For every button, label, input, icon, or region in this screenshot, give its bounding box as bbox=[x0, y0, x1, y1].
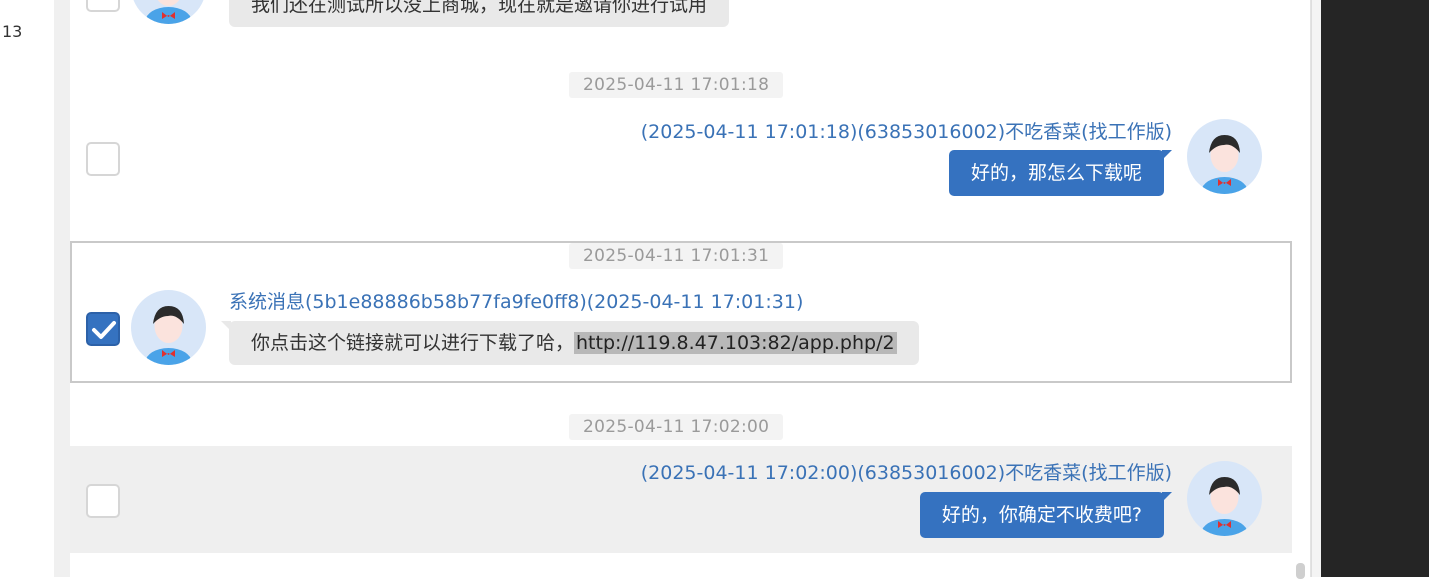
message-bubble: 好的，那怎么下载呢 bbox=[948, 150, 1173, 196]
message-timestamp: 2025-04-11 17:02:00 bbox=[569, 414, 784, 440]
message-text: 你点击这个链接就可以进行下载了哈， bbox=[251, 332, 575, 354]
line-number: 13 bbox=[2, 22, 23, 41]
message-bubble: 好的，你确定不收费吧? bbox=[919, 492, 1173, 538]
message-text: 好的，你确定不收费吧? bbox=[941, 504, 1142, 526]
sender-label: 系统消息(5b1e88886b58b77fa9fe0ff8)(2025-04-1… bbox=[229, 291, 804, 313]
message-bubble: 我们还在测试所以没上商城，现在就是邀请你进行试用 bbox=[229, 0, 730, 27]
message-select-checkbox[interactable] bbox=[86, 0, 120, 12]
message-bubble: 你点击这个链接就可以进行下载了哈， http://119.8.47.103:82/… bbox=[221, 321, 919, 365]
message-text: 我们还在测试所以没上商城，现在就是邀请你进行试用 bbox=[251, 0, 708, 16]
message-text: 好的，那怎么下载呢 bbox=[970, 162, 1142, 184]
message-select-checkbox[interactable] bbox=[86, 484, 120, 518]
dark-side-area bbox=[1321, 0, 1429, 577]
line-gutter: 13 bbox=[0, 0, 54, 577]
avatar-icon bbox=[131, 0, 206, 24]
avatar-icon bbox=[1187, 119, 1262, 194]
avatar-icon bbox=[131, 290, 206, 365]
message-timestamp: 2025-04-11 17:01:31 bbox=[569, 243, 784, 269]
checkmark-icon bbox=[92, 321, 116, 339]
message-select-checkbox[interactable] bbox=[86, 312, 120, 346]
avatar-icon bbox=[1187, 461, 1262, 536]
gutter-separator bbox=[54, 0, 70, 577]
sender-label: (2025-04-11 17:01:18)(63853016002)不吃香菜(找… bbox=[640, 121, 1172, 143]
message-timestamp: 2025-04-11 17:01:18 bbox=[569, 72, 784, 98]
download-link[interactable]: http://119.8.47.103:82/app.php/2 bbox=[574, 332, 897, 354]
sender-label: (2025-04-11 17:02:00)(63853016002)不吃香菜(找… bbox=[640, 462, 1172, 484]
message-select-checkbox[interactable] bbox=[86, 142, 120, 176]
